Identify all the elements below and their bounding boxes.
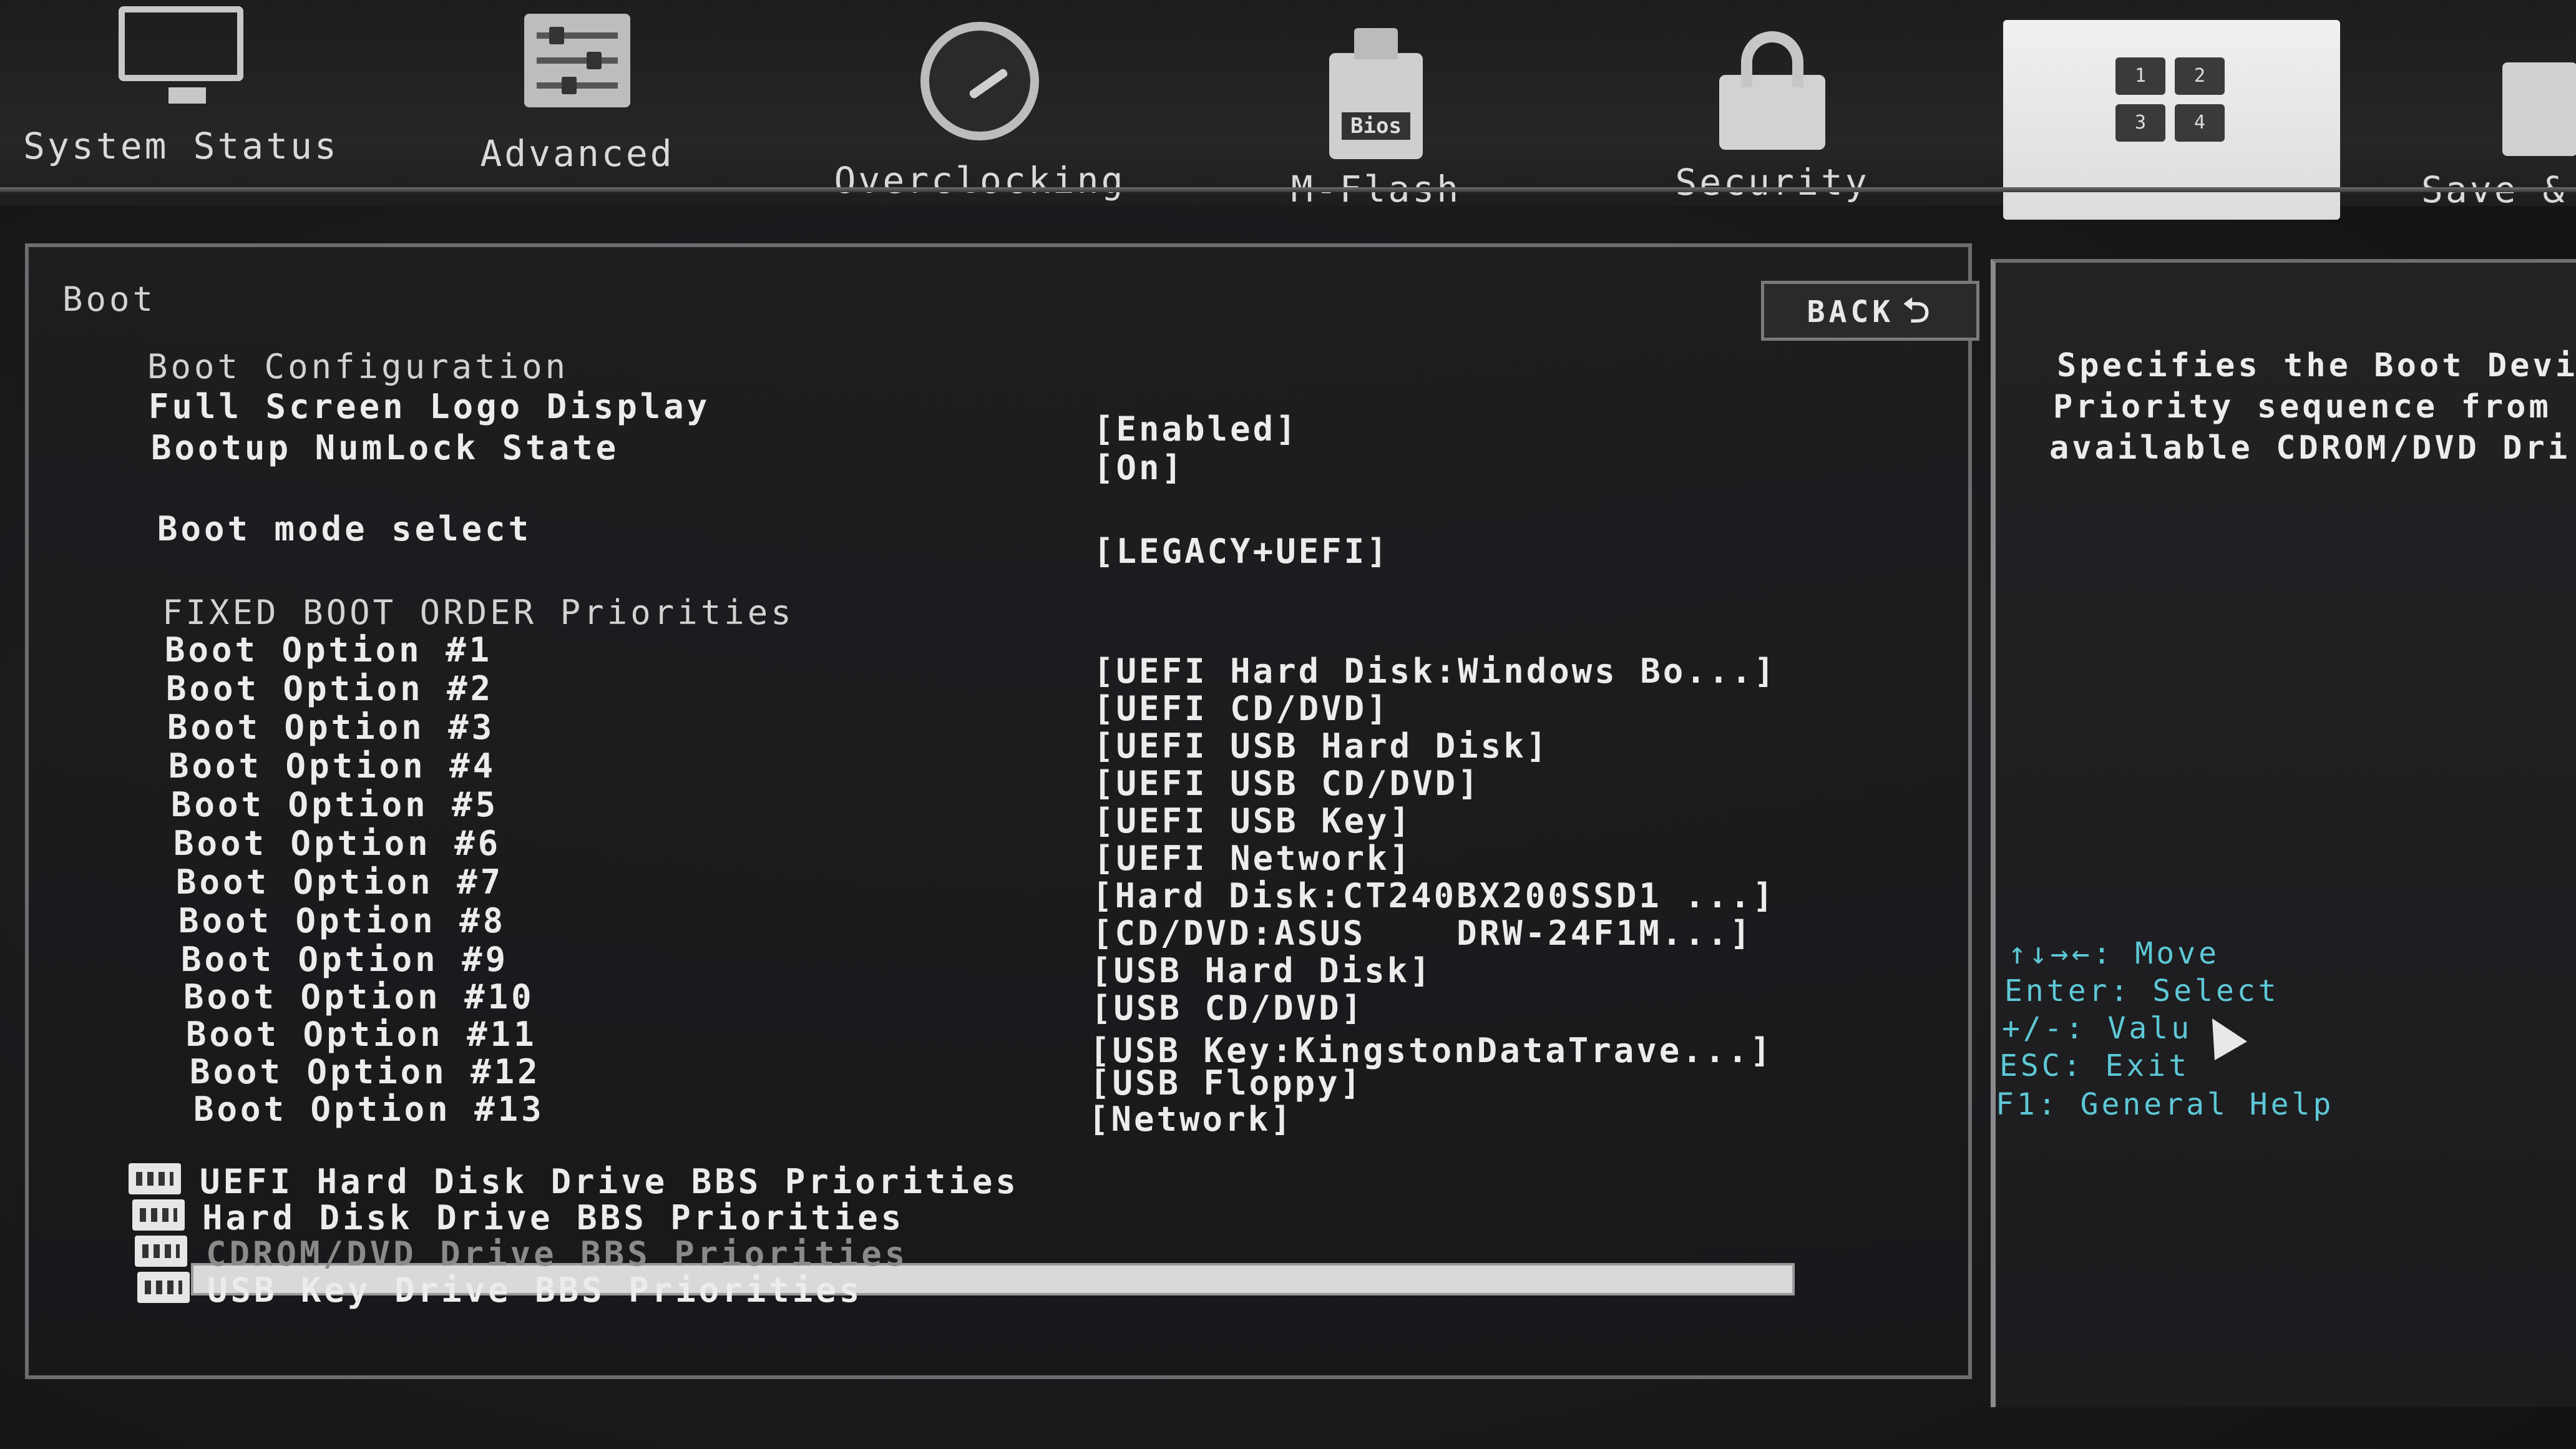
boot-option-value[interactable]: [UEFI USB Key] xyxy=(1093,801,1412,841)
fixed-boot-order-heading: FIXED BOOT ORDER Priorities xyxy=(162,593,794,632)
boot-option-value[interactable]: [UEFI CD/DVD] xyxy=(1093,689,1390,728)
boot-order-digit: 2 xyxy=(2175,57,2225,95)
numlock-state-label[interactable]: Bootup NumLock State xyxy=(151,428,619,467)
boot-mode-label[interactable]: Boot mode select xyxy=(157,509,532,549)
tab-label: System Status xyxy=(23,125,339,167)
bbs-submenu-uefi-hdd[interactable]: UEFI Hard Disk Drive BBS Priorities xyxy=(129,1162,1065,1201)
usb-bios-icon: Bios xyxy=(1329,28,1423,159)
bios-text: Bios xyxy=(1342,112,1410,140)
bios-screen: System Status Advanced Overclocking Bios… xyxy=(0,0,2576,1449)
sliders-icon xyxy=(524,14,630,107)
back-label: BACK xyxy=(1807,295,1895,329)
boot-option-label[interactable]: Boot Option #7 xyxy=(176,862,504,902)
tab-overclocking[interactable]: Overclocking xyxy=(824,22,1136,202)
boot-option-label[interactable]: Boot Option #13 xyxy=(193,1090,545,1129)
full-screen-logo-value[interactable]: [Enabled] xyxy=(1093,409,1299,449)
help-description-line: Specifies the Boot Devi xyxy=(2057,347,2576,384)
tab-system-status[interactable]: System Status xyxy=(19,6,343,167)
gauge-icon xyxy=(920,22,1039,140)
boot-order-digit: 4 xyxy=(2175,104,2225,142)
bbs-submenu-label: Hard Disk Drive BBS Priorities xyxy=(202,1198,905,1237)
bbs-submenu-label: USB Key Drive BBS Priorities xyxy=(207,1271,863,1310)
help-key-esc: ESC: Exit xyxy=(1999,1048,2190,1083)
nav-divider xyxy=(0,187,2576,192)
boot-option-label[interactable]: Boot Option #9 xyxy=(181,940,509,979)
boot-mode-value[interactable]: [LEGACY+UEFI] xyxy=(1093,532,1390,571)
boot-option-label[interactable]: Boot Option #1 xyxy=(165,630,492,670)
boot-option-label[interactable]: Boot Option #11 xyxy=(186,1015,537,1054)
bbs-submenu-label: UEFI Hard Disk Drive BBS Priorities xyxy=(200,1162,1019,1201)
submenu-icon xyxy=(132,1199,185,1231)
boot-option-value[interactable]: [USB Hard Disk] xyxy=(1091,951,1433,990)
boot-option-value[interactable]: [Network] xyxy=(1088,1100,1294,1139)
boot-option-label[interactable]: Boot Option #6 xyxy=(173,824,501,863)
boot-option-value[interactable]: [CD/DVD:ASUS DRW-24F1M...] xyxy=(1092,914,1753,953)
tab-label: Advanced xyxy=(480,132,675,175)
top-navigation: System Status Advanced Overclocking Bios… xyxy=(0,0,2576,220)
boot-order-digit: 1 xyxy=(2115,57,2165,95)
boot-configuration-heading: Boot Configuration xyxy=(147,347,569,386)
submenu-icon xyxy=(135,1236,187,1267)
tab-label: Security xyxy=(1675,161,1870,203)
boot-option-value[interactable]: [UEFI Hard Disk:Windows Bo...] xyxy=(1093,651,1777,691)
boot-option-label[interactable]: Boot Option #10 xyxy=(183,977,535,1017)
boot-option-label[interactable]: Boot Option #8 xyxy=(178,901,506,940)
boot-option-value[interactable]: [Hard Disk:CT240BX200SSD1 ...] xyxy=(1092,876,1775,915)
save-icon xyxy=(2502,62,2576,156)
boot-option-value[interactable]: [USB CD/DVD] xyxy=(1091,988,1364,1028)
boot-option-label[interactable]: Boot Option #12 xyxy=(190,1052,541,1091)
boot-option-value[interactable]: [UEFI USB CD/DVD] xyxy=(1093,764,1481,803)
bbs-submenu-usb-key[interactable]: USB Key Drive BBS Priorities xyxy=(137,1271,1073,1310)
help-description-line: Priority sequence from xyxy=(2053,388,2552,426)
help-key-value: +/-: Valu xyxy=(2002,1011,2193,1046)
submenu-icon xyxy=(137,1272,190,1303)
boot-option-label[interactable]: Boot Option #3 xyxy=(167,708,495,747)
help-key-enter: Enter: Select xyxy=(2004,973,2280,1008)
bbs-submenu-label: CDROM/DVD Drive BBS Priorities xyxy=(206,1234,909,1274)
full-screen-logo-label[interactable]: Full Screen Logo Display xyxy=(149,387,710,426)
boot-option-label[interactable]: Boot Option #4 xyxy=(168,746,496,786)
boot-order-digit: 3 xyxy=(2115,104,2165,142)
boot-option-label[interactable]: Boot Option #2 xyxy=(166,669,494,708)
back-arrow-icon: ⮌ xyxy=(1903,291,1934,330)
boot-option-value[interactable]: [USB Floppy] xyxy=(1090,1063,1363,1103)
help-key-f1: F1: General Help xyxy=(1996,1087,2334,1122)
back-button[interactable]: BACK ⮌ xyxy=(1761,281,1979,341)
lock-icon xyxy=(1719,31,1825,150)
bbs-submenu-hdd[interactable]: Hard Disk Drive BBS Priorities xyxy=(132,1198,1068,1237)
boot-option-label[interactable]: Boot Option #5 xyxy=(171,785,499,824)
submenu-icon xyxy=(129,1163,181,1194)
boot-option-value[interactable]: [UEFI USB Hard Disk] xyxy=(1093,726,1549,766)
tab-label: Overclocking xyxy=(834,159,1126,202)
help-description-line: available CDROM/DVD Dri xyxy=(2049,429,2571,467)
help-key-move: ↑↓→←: Move xyxy=(2008,936,2220,971)
boot-option-value[interactable]: [UEFI Network] xyxy=(1093,839,1412,878)
numlock-state-value[interactable]: [On] xyxy=(1093,448,1184,487)
tab-security[interactable]: Security xyxy=(1660,31,1885,203)
boot-order-icon: 1 2 3 4 xyxy=(2109,57,2234,157)
monitor-icon xyxy=(119,6,243,104)
section-title: Boot xyxy=(62,280,157,319)
tab-advanced[interactable]: Advanced xyxy=(474,14,680,175)
bbs-submenu-cdrom-dvd[interactable]: CDROM/DVD Drive BBS Priorities xyxy=(135,1234,1071,1274)
